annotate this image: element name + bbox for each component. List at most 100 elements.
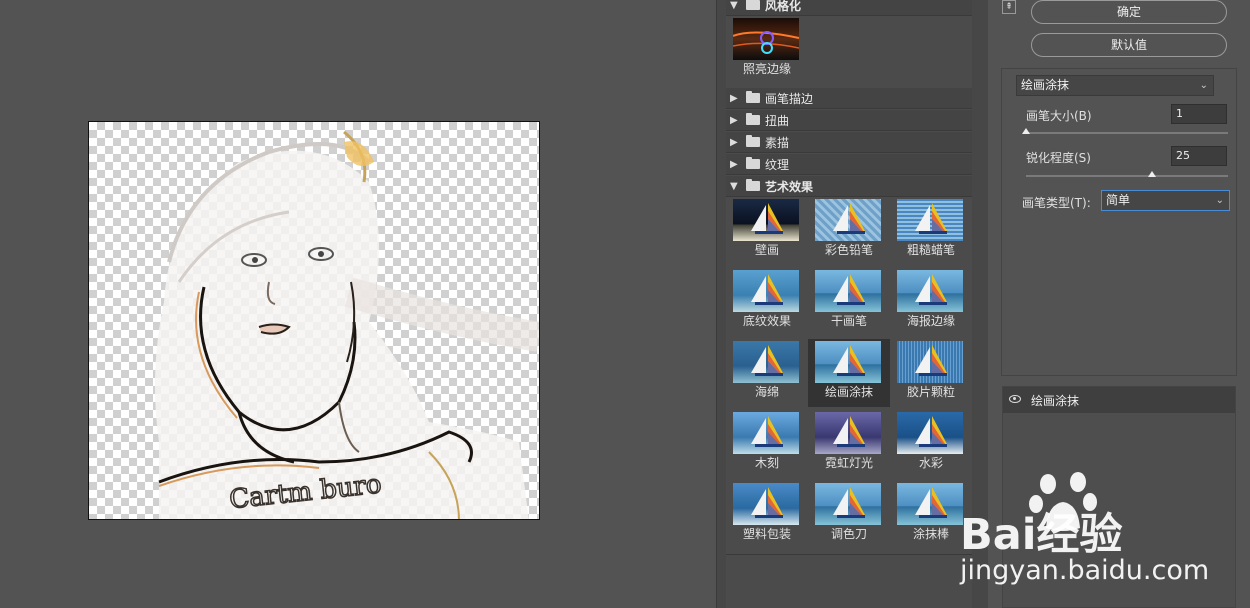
- preview-area: Cartm buro: [0, 0, 716, 608]
- brush-type-value: 简单: [1106, 193, 1131, 207]
- thumb-image: [815, 483, 881, 525]
- thumb-sponge[interactable]: 海绵: [726, 339, 808, 407]
- thumb-image: [815, 341, 881, 383]
- chevron-down-icon: ⌄: [1199, 80, 1208, 91]
- thumb-label: 壁画: [754, 243, 779, 257]
- effect-layer-row[interactable]: 绘画涂抹: [1003, 387, 1235, 413]
- expand-arrow-icon: ▶: [730, 136, 738, 148]
- thumb-label: 干画笔: [830, 314, 867, 328]
- brush-size-slider-handle[interactable]: [1022, 128, 1030, 134]
- thumb-image: [733, 199, 799, 241]
- thumb-label: 木刻: [754, 456, 779, 470]
- category-label: 扭曲: [765, 113, 790, 128]
- sharpness-label: 锐化程度(S): [1026, 151, 1091, 165]
- category-label: 风格化: [765, 0, 802, 13]
- thumb-image: [815, 270, 881, 312]
- folder-icon: [746, 0, 760, 10]
- category-brush-strokes[interactable]: ▶ 画笔描边: [726, 88, 972, 109]
- thumb-image: [733, 270, 799, 312]
- thumb-label: 海绵: [754, 385, 779, 399]
- expand-arrow-icon: ▼: [730, 0, 738, 11]
- thumb-dry-brush[interactable]: 干画笔: [808, 268, 890, 336]
- collapse-icon: ⇞: [1005, 2, 1013, 12]
- thumb-paint-daubs[interactable]: 绘画涂抹: [808, 339, 890, 407]
- sharpness-slider-handle[interactable]: [1148, 171, 1157, 177]
- category-stylize[interactable]: ▼ 风格化: [726, 0, 972, 16]
- thumb-image: [897, 412, 963, 454]
- thumb-label: 彩色铅笔: [824, 243, 873, 257]
- settings-panel: ⇞ 确定 默认值 绘画涂抹 ⌄ 画笔大小(B) 1 锐化程度(S) 25 画笔类…: [988, 0, 1250, 608]
- chevron-down-icon: ⌄: [1215, 195, 1224, 206]
- category-texture[interactable]: ▶ 纹理: [726, 154, 972, 175]
- folder-icon: [746, 157, 760, 169]
- thumb-label: 涂抹棒: [912, 527, 949, 541]
- effect-layer-name: 绘画涂抹: [1031, 394, 1080, 408]
- thumb-rough-pastels[interactable]: 粗糙蜡笔: [890, 197, 972, 265]
- preview-canvas[interactable]: Cartm buro: [88, 121, 540, 520]
- thumb-film-grain[interactable]: 胶片颗粒: [890, 339, 972, 407]
- category-artistic[interactable]: ▼ 艺术效果: [726, 176, 972, 197]
- category-distort[interactable]: ▶ 扭曲: [726, 110, 972, 131]
- filter-select[interactable]: 绘画涂抹 ⌄: [1016, 75, 1214, 96]
- thumb-cutout[interactable]: 木刻: [726, 410, 808, 478]
- thumb-label: 底纹效果: [742, 314, 791, 328]
- thumb-label: 照亮边缘: [742, 62, 791, 76]
- brush-size-slider[interactable]: [1026, 132, 1228, 134]
- thumb-image: [897, 199, 963, 241]
- folder-icon: [746, 91, 760, 103]
- thumb-underpainting[interactable]: 底纹效果: [726, 268, 808, 336]
- eye-icon[interactable]: [1009, 395, 1021, 403]
- folder-icon: [746, 135, 760, 147]
- thumb-label: 粗糙蜡笔: [906, 243, 955, 257]
- thumb-label: 绘画涂抹: [824, 385, 873, 399]
- thumb-watercolor[interactable]: 水彩: [890, 410, 972, 478]
- thumb-image: [897, 270, 963, 312]
- thumb-label: 霓虹灯光: [824, 456, 873, 470]
- ok-button[interactable]: 确定: [1031, 0, 1227, 24]
- brush-type-label: 画笔类型(T):: [1022, 196, 1091, 210]
- thumb-image: [897, 483, 963, 525]
- filter-gallery: ▼ 风格化 照亮边缘 ▶ 画笔描边 ▶ 扭曲 ▶ 素描 ▶ 纹理 ▼ 艺术效果 …: [726, 0, 972, 608]
- thumb-palette-knife[interactable]: 调色刀: [808, 481, 890, 549]
- thumb-label: 调色刀: [830, 527, 867, 541]
- filter-select-value: 绘画涂抹: [1021, 78, 1070, 92]
- category-label: 艺术效果: [765, 179, 814, 194]
- expand-arrow-icon: ▶: [730, 114, 738, 126]
- sharpness-slider[interactable]: [1026, 175, 1228, 177]
- thumb-poster-edges[interactable]: 海报边缘: [890, 268, 972, 336]
- gallery-divider: [726, 554, 972, 555]
- folder-icon: [746, 113, 760, 125]
- brush-size-input[interactable]: 1: [1171, 104, 1227, 124]
- folder-icon: [746, 179, 760, 191]
- thumb-glowing-edges[interactable]: 照亮边缘: [726, 16, 808, 84]
- thumb-label: 塑料包装: [742, 527, 791, 541]
- thumb-label: 水彩: [918, 456, 943, 470]
- default-button[interactable]: 默认值: [1031, 33, 1227, 57]
- brush-size-label: 画笔大小(B): [1026, 109, 1092, 123]
- thumb-label: 胶片颗粒: [906, 385, 955, 399]
- thumb-smudge-stick[interactable]: 涂抹棒: [890, 481, 972, 549]
- thumb-image: [733, 483, 799, 525]
- thumb-image: [815, 199, 881, 241]
- category-sketch[interactable]: ▶ 素描: [726, 132, 972, 153]
- thumb-plastic-wrap[interactable]: 塑料包装: [726, 481, 808, 549]
- collapse-gallery-button[interactable]: ⇞: [1002, 0, 1016, 14]
- thumb-neon-glow[interactable]: 霓虹灯光: [808, 410, 890, 478]
- expand-arrow-icon: ▶: [730, 158, 738, 170]
- thumb-label: 海报边缘: [906, 314, 955, 328]
- effect-layers: 绘画涂抹: [1002, 386, 1236, 608]
- thumb-image: [733, 341, 799, 383]
- expand-arrow-icon: ▶: [730, 92, 738, 104]
- thumb-colored-pencil[interactable]: 彩色铅笔: [808, 197, 890, 265]
- preview-sketch: Cartm buro: [155, 130, 539, 519]
- thumb-image: [897, 341, 963, 383]
- thumb-fresco[interactable]: 壁画: [726, 197, 808, 265]
- category-label: 纹理: [765, 157, 790, 172]
- brush-type-select[interactable]: 简单 ⌄: [1101, 190, 1230, 211]
- thumb-image: [733, 18, 799, 60]
- sharpness-input[interactable]: 25: [1171, 146, 1227, 166]
- panel-divider: [972, 0, 988, 608]
- thumb-image: [815, 412, 881, 454]
- thumb-image: [733, 412, 799, 454]
- category-label: 素描: [765, 135, 790, 150]
